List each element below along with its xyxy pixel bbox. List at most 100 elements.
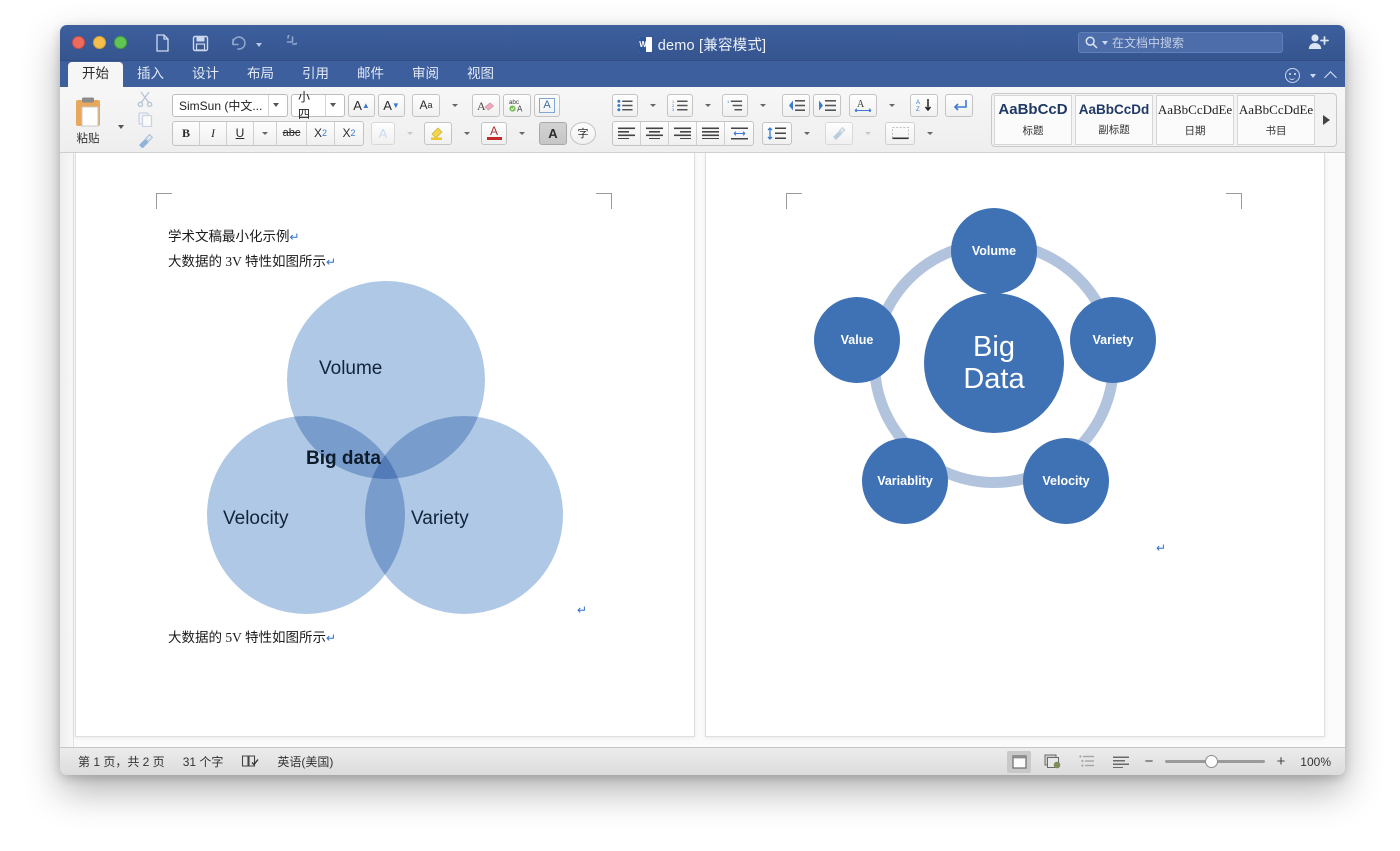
document-page-1[interactable]: 学术文稿最小化示例↵ 大数据的 3V 特性如图所示↵ Volume Big da… [75, 153, 695, 737]
word-count[interactable]: 31 个字 [183, 753, 224, 770]
bullet-list-dropdown-icon[interactable] [641, 94, 664, 117]
page1-line-2-mark: ↵ [326, 255, 337, 269]
style-preview-date: AaBbCcDdEe [1157, 101, 1233, 117]
align-center-icon[interactable] [641, 121, 669, 145]
increase-indent-icon[interactable] [813, 93, 841, 117]
shading-dropdown-icon[interactable] [856, 122, 879, 145]
language-indicator[interactable]: 英语(美国) [277, 753, 333, 770]
highlight-button[interactable] [424, 121, 452, 145]
justify-icon[interactable] [697, 121, 725, 145]
shrink-font-button[interactable]: A ▼ [378, 93, 405, 117]
ribbon-group-styles: AaBbCcD 标题 AaBbCcDd 副标题 AaBbCcDdEe 日期 Aa… [983, 87, 1343, 152]
tab-layout[interactable]: 布局 [233, 62, 288, 87]
numbered-list-icon[interactable]: 123 [667, 93, 693, 117]
search-input[interactable]: 在文档中搜索 [1078, 32, 1283, 53]
more-styles-arrow-icon[interactable] [1318, 114, 1334, 125]
pilcrow-icon[interactable] [945, 93, 973, 117]
style-card-title[interactable]: AaBbCcD 标题 [994, 94, 1072, 145]
zoom-out-button[interactable]: − [1143, 753, 1155, 770]
grow-font-button[interactable]: A ▲ [348, 93, 375, 117]
tab-review[interactable]: 审阅 [398, 62, 453, 87]
feedback-smiley-icon[interactable] [1285, 68, 1300, 83]
bullet-list-icon[interactable] [612, 93, 638, 117]
spelling-check-button[interactable]: abc A [503, 93, 531, 117]
view-web-layout-icon[interactable] [1041, 751, 1065, 773]
cycle-hub-line2: Data [963, 363, 1025, 395]
multilevel-list-icon[interactable]: 1 [722, 93, 748, 117]
document-page-2[interactable]: Big Data Volume Variety Velocity Variabl… [705, 153, 1325, 737]
strikethrough-button[interactable]: abc [277, 121, 307, 145]
zoom-percentage[interactable]: 100% [1297, 755, 1331, 769]
proofing-icon[interactable] [241, 754, 259, 769]
sort-az-icon[interactable]: AZ [910, 93, 938, 117]
align-right-icon[interactable] [669, 121, 697, 145]
enclose-character-button[interactable]: 字 [570, 121, 596, 145]
cycle-node-variablity: Variablity [862, 438, 948, 524]
clear-formatting-button[interactable]: A [472, 93, 500, 117]
document-canvas[interactable]: 学术文稿最小化示例↵ 大数据的 3V 特性如图所示↵ Volume Big da… [60, 153, 1345, 747]
zoom-slider-knob[interactable] [1205, 755, 1218, 768]
tab-view[interactable]: 视图 [453, 62, 508, 87]
borders-icon[interactable] [885, 121, 915, 145]
tab-insert[interactable]: 插入 [123, 62, 178, 87]
text-direction-icon[interactable]: A [849, 93, 877, 117]
underline-button[interactable]: U [227, 121, 254, 145]
venn-diagram-3v[interactable]: Volume Big data Velocity Variety [206, 280, 564, 620]
tab-home[interactable]: 开始 [68, 62, 123, 87]
distribute-icon[interactable] [725, 122, 753, 145]
text-direction-dropdown-icon[interactable] [880, 94, 903, 117]
view-print-layout-icon[interactable] [1007, 750, 1031, 773]
borders-dropdown-icon[interactable] [918, 122, 941, 145]
tab-design[interactable]: 设计 [178, 62, 233, 87]
numbered-list-dropdown-icon[interactable] [696, 94, 719, 117]
subscript-button[interactable]: X2 [307, 121, 335, 145]
outline-text-button[interactable]: A [371, 121, 395, 145]
zoom-in-button[interactable]: + [1275, 753, 1287, 770]
page-info[interactable]: 第 1 页，共 2 页 [78, 753, 165, 770]
shading-icon[interactable] [825, 121, 853, 145]
search-options-icon[interactable] [1102, 40, 1108, 45]
cycle-diagram-5v[interactable]: Big Data Volume Variety Velocity Variabl… [814, 208, 1174, 543]
zoom-slider[interactable] [1165, 755, 1265, 769]
font-family-combo[interactable]: SimSun (中文... [172, 93, 288, 117]
copy-icon[interactable] [134, 111, 156, 128]
view-draft-icon[interactable] [1109, 751, 1133, 773]
format-painter-icon[interactable] [134, 132, 156, 149]
svg-text:A: A [477, 99, 486, 113]
superscript-button[interactable]: X2 [335, 122, 363, 145]
feedback-dropdown-icon[interactable] [1310, 73, 1316, 78]
line-spacing-icon[interactable] [762, 121, 792, 145]
svg-text:1: 1 [727, 99, 729, 104]
change-case-button[interactable]: Aa [412, 93, 440, 117]
decrease-indent-icon[interactable] [782, 93, 810, 117]
underline-dropdown-icon[interactable] [254, 121, 277, 145]
style-card-subtitle[interactable]: AaBbCcDd 副标题 [1075, 94, 1153, 145]
paste-button[interactable]: 粘贴 [66, 94, 110, 146]
highlight-dropdown-icon[interactable] [455, 122, 478, 145]
change-case-dropdown-icon[interactable] [443, 94, 466, 117]
ribbon-tab-bar: 开始 插入 设计 布局 引用 邮件 审阅 视图 [60, 61, 1345, 87]
collapse-ribbon-icon[interactable] [1324, 70, 1337, 84]
style-card-date[interactable]: AaBbCcDdEe 日期 [1156, 94, 1234, 145]
align-left-icon[interactable] [613, 121, 641, 145]
cut-icon[interactable] [134, 90, 156, 107]
font-size-combo[interactable]: 小四 [291, 90, 345, 121]
view-outline-icon[interactable] [1075, 751, 1099, 773]
character-shading-button[interactable]: A [539, 121, 567, 145]
font-color-dropdown-icon[interactable] [510, 122, 533, 145]
bold-button[interactable]: B [173, 121, 200, 145]
italic-button[interactable]: I [200, 121, 227, 145]
style-card-bibliography[interactable]: AaBbCcDdEe 书目 [1237, 94, 1315, 145]
ribbon-group-font: SimSun (中文... 小四 A ▲ A ▼ Aa A abc A A B … [166, 87, 602, 152]
multilevel-list-dropdown-icon[interactable] [751, 94, 774, 117]
share-person-icon[interactable] [1307, 32, 1329, 54]
paste-dropdown-icon[interactable] [110, 118, 132, 135]
style-preview-title: AaBbCcD [998, 101, 1068, 118]
outline-dropdown-icon[interactable] [398, 122, 421, 145]
text-effects-button[interactable]: A [534, 93, 560, 117]
font-color-button[interactable]: A [481, 121, 507, 145]
line-spacing-dropdown-icon[interactable] [795, 122, 818, 145]
tab-mailings[interactable]: 邮件 [343, 62, 398, 87]
alignment-group [612, 120, 754, 146]
tab-references[interactable]: 引用 [288, 62, 343, 87]
